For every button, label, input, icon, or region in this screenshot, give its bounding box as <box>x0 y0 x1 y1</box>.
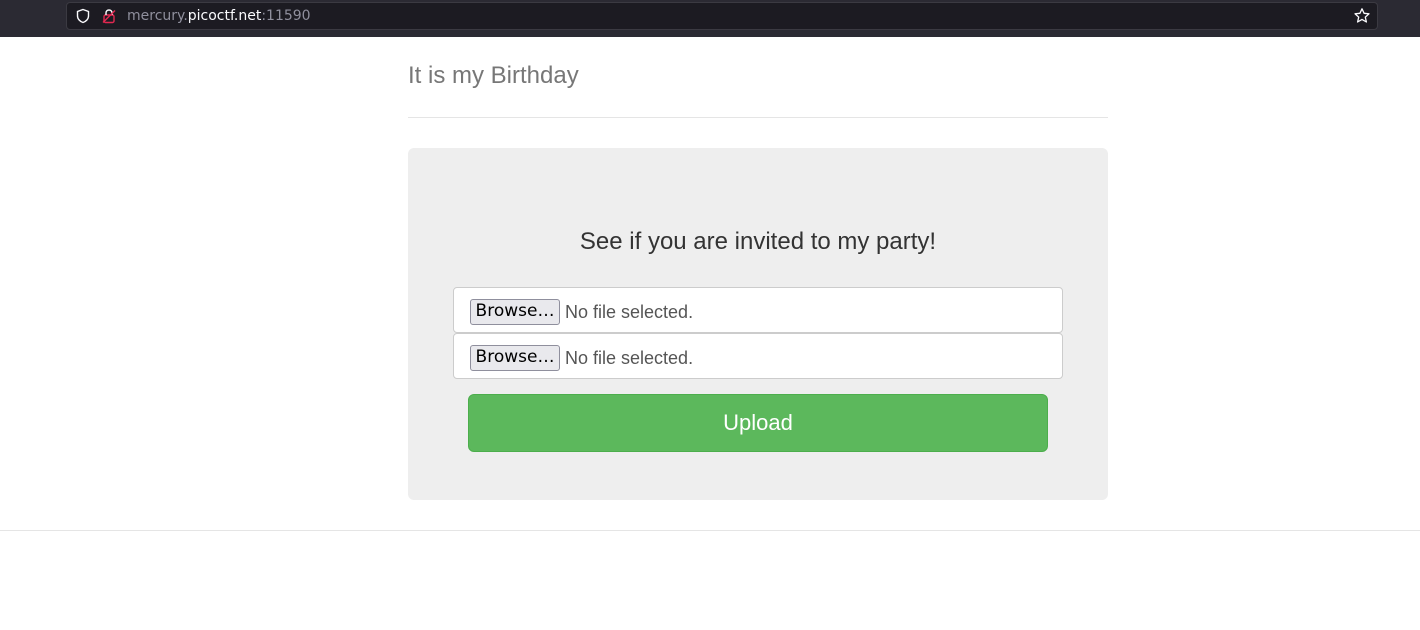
insecure-lock-icon[interactable] <box>101 8 117 24</box>
url-host: picoctf.net <box>187 8 262 24</box>
file-status-1: No file selected. <box>565 302 694 322</box>
upload-heading: See if you are invited to my party! <box>579 228 937 255</box>
footer-divider <box>0 530 1420 531</box>
file-input-1[interactable]: Browse… No file selected. <box>453 287 1063 333</box>
browse-button-2[interactable]: Browse… <box>470 345 560 371</box>
browser-toolbar: mercury.picoctf.net:11590 <box>0 0 1420 37</box>
address-bar[interactable]: mercury.picoctf.net:11590 <box>66 2 1378 30</box>
url-subdomain: mercury. <box>127 8 188 24</box>
browse-button-1[interactable]: Browse… <box>470 299 560 325</box>
tracking-protection-shield-icon[interactable] <box>75 8 91 24</box>
url-text[interactable]: mercury.picoctf.net:11590 <box>127 8 311 24</box>
upload-panel: See if you are invited to my party! Brow… <box>408 148 1108 500</box>
file-input-2[interactable]: Browse… No file selected. <box>453 333 1063 379</box>
bookmark-star-icon[interactable] <box>1353 7 1371 25</box>
page-container: It is my Birthday See if you are invited… <box>408 37 1108 500</box>
upload-button[interactable]: Upload <box>468 394 1048 452</box>
url-port: :11590 <box>261 8 311 24</box>
file-status-2: No file selected. <box>565 348 694 368</box>
page-title: It is my Birthday <box>408 62 579 89</box>
header-divider <box>408 117 1108 118</box>
